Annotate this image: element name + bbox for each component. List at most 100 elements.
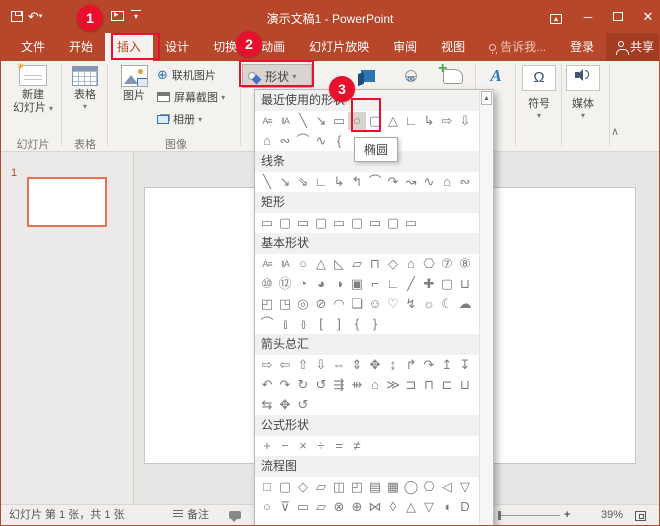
minimize-button[interactable]: ─ (573, 1, 603, 33)
shape-cell[interactable]: ↷ (420, 356, 438, 374)
shape-cell[interactable]: ⎔ (420, 255, 438, 273)
shape-cell[interactable]: ▢ (348, 214, 366, 232)
shape-cell[interactable]: ▢ (276, 478, 294, 496)
shape-cell[interactable]: ↷ (384, 173, 402, 191)
shape-cell[interactable]: ⇔ (330, 356, 348, 374)
shape-cell[interactable]: [ (312, 315, 330, 333)
shape-cell[interactable]: ▢ (312, 214, 330, 232)
shape-cell[interactable]: ⌂ (366, 376, 384, 394)
shape-cell[interactable]: ☼ (420, 295, 438, 313)
table-button[interactable]: 表格 ▾ (65, 63, 105, 111)
shapes-button[interactable]: 形状 ▾ (242, 64, 312, 88)
shape-cell[interactable]: ▭ (366, 214, 384, 232)
start-slideshow-icon[interactable] (111, 11, 124, 21)
shape-cell[interactable]: ⌂ (438, 173, 456, 191)
shape-cell[interactable]: ↨ (384, 356, 402, 374)
shape-cell[interactable]: ⌐ (366, 275, 384, 293)
shape-cell[interactable]: ↺ (294, 396, 312, 414)
shape-cell[interactable]: ≫ (384, 376, 402, 394)
shape-cell[interactable]: △ (402, 498, 420, 516)
shape-cell[interactable]: ▱ (312, 478, 330, 496)
shape-cell[interactable]: { (330, 132, 348, 150)
shape-cell[interactable]: ⊕ (348, 498, 366, 516)
shape-cell[interactable]: ∟ (402, 112, 420, 130)
shape-cell[interactable]: ▢ (384, 214, 402, 232)
shape-cell[interactable]: ◑ (330, 275, 348, 293)
save-icon[interactable] (11, 11, 23, 22)
shape-cell[interactable]: ↱ (402, 356, 420, 374)
tab-home[interactable]: 开始 (57, 33, 105, 61)
shape-cell[interactable]: ◠ (330, 295, 348, 313)
shape-cell[interactable]: ⇦ (276, 356, 294, 374)
shape-cell[interactable]: { (348, 315, 366, 333)
shape-cell[interactable]: A≡ (258, 255, 276, 273)
shape-cell[interactable]: ↧ (456, 356, 474, 374)
tab-sign-in[interactable]: 登录 (558, 33, 606, 61)
shapes-menu-scrollbar[interactable]: ▲ (479, 90, 493, 526)
shape-cell[interactable]: ▢ (438, 275, 456, 293)
tab-view[interactable]: 视图 (429, 33, 477, 61)
shape-cell[interactable]: ▽ (420, 498, 438, 516)
shape-cell[interactable]: ▽ (456, 478, 474, 496)
shape-cell[interactable]: ☺ (366, 295, 384, 313)
shape-cell[interactable]: } (366, 315, 384, 333)
shape-cell[interactable]: ▢ (366, 112, 384, 130)
shape-cell[interactable]: ⊔ (456, 376, 474, 394)
shape-cell[interactable]: ⎔ (420, 478, 438, 496)
shape-cell[interactable]: ↳ (420, 112, 438, 130)
shape-cell[interactable]: ☾ (438, 295, 456, 313)
shape-cell[interactable]: ⇘ (294, 173, 312, 191)
shape-cell[interactable]: ↳ (330, 173, 348, 191)
add-in-button[interactable] (433, 63, 473, 89)
shape-cell[interactable]: ◎ (294, 295, 312, 313)
shape-cell[interactable]: ╲ (258, 173, 276, 191)
shape-cell[interactable]: A≡ (258, 112, 276, 130)
shape-cell[interactable]: ○ (294, 255, 312, 273)
shape-cell[interactable]: ∟ (312, 173, 330, 191)
shape-cell[interactable]: △ (312, 255, 330, 273)
shape-cell[interactable]: ▭ (294, 498, 312, 516)
shape-cell[interactable]: ▱ (312, 498, 330, 516)
shape-cell[interactable]: ▭ (402, 214, 420, 232)
picture-button[interactable]: 图片 (113, 63, 155, 103)
zoom-level[interactable]: 39% (589, 505, 623, 526)
shape-cell[interactable]: ⌒ (366, 173, 384, 191)
shape-cell[interactable]: ◇ (294, 478, 312, 496)
shape-cell[interactable]: ⇧ (294, 356, 312, 374)
shape-cell[interactable]: ⇨ (258, 356, 276, 374)
symbol-button[interactable]: Ω 符号 ▾ (521, 65, 557, 120)
shape-cell[interactable]: ⊗ (330, 498, 348, 516)
shape-cell[interactable]: [] (276, 315, 294, 333)
shape-cell[interactable]: ▢ (276, 214, 294, 232)
undo-button[interactable]: ↶▾ (28, 8, 42, 26)
photo-album-button[interactable]: 相册 ▾ (157, 108, 202, 130)
tab-review[interactable]: 审阅 (381, 33, 429, 61)
zoom-slider-track[interactable] (498, 515, 560, 516)
smartart-button[interactable] (351, 63, 385, 89)
shape-cell[interactable]: ⌂ (402, 255, 420, 273)
shape-cell[interactable]: ‖A (276, 112, 294, 130)
tab-share[interactable]: 共享 (606, 33, 660, 61)
shape-cell[interactable]: ↯ (402, 295, 420, 313)
shape-cell[interactable]: ⌒ (258, 315, 276, 333)
notes-button[interactable]: 备注 (173, 505, 209, 526)
shape-cell[interactable]: ⇩ (312, 356, 330, 374)
shape-cell[interactable]: ◔ (294, 275, 312, 293)
shape-cell[interactable]: ⊐ (402, 376, 420, 394)
shape-cell[interactable]: ▭ (330, 214, 348, 232)
shape-cell[interactable]: {} (294, 315, 312, 333)
shape-cell[interactable]: □ (258, 478, 276, 496)
shape-cell[interactable]: ↘ (312, 112, 330, 130)
shape-cell[interactable]: ▦ (384, 478, 402, 496)
shape-cell[interactable]: ⌒ (294, 132, 312, 150)
comments-icon[interactable] (229, 511, 241, 519)
shape-cell[interactable]: ⇩ (456, 112, 474, 130)
tab-slide-show[interactable]: 幻灯片放映 (297, 33, 381, 61)
collapse-ribbon-icon[interactable]: ∧ (611, 125, 619, 138)
shape-cell[interactable]: ∿ (420, 173, 438, 191)
shape-cell[interactable]: − (276, 437, 294, 455)
slide-thumbnail[interactable] (27, 177, 107, 227)
media-button[interactable]: 媒体 ▾ (565, 65, 601, 120)
shape-cell[interactable]: ÷ (312, 437, 330, 455)
shape-cell[interactable]: ↺ (312, 376, 330, 394)
